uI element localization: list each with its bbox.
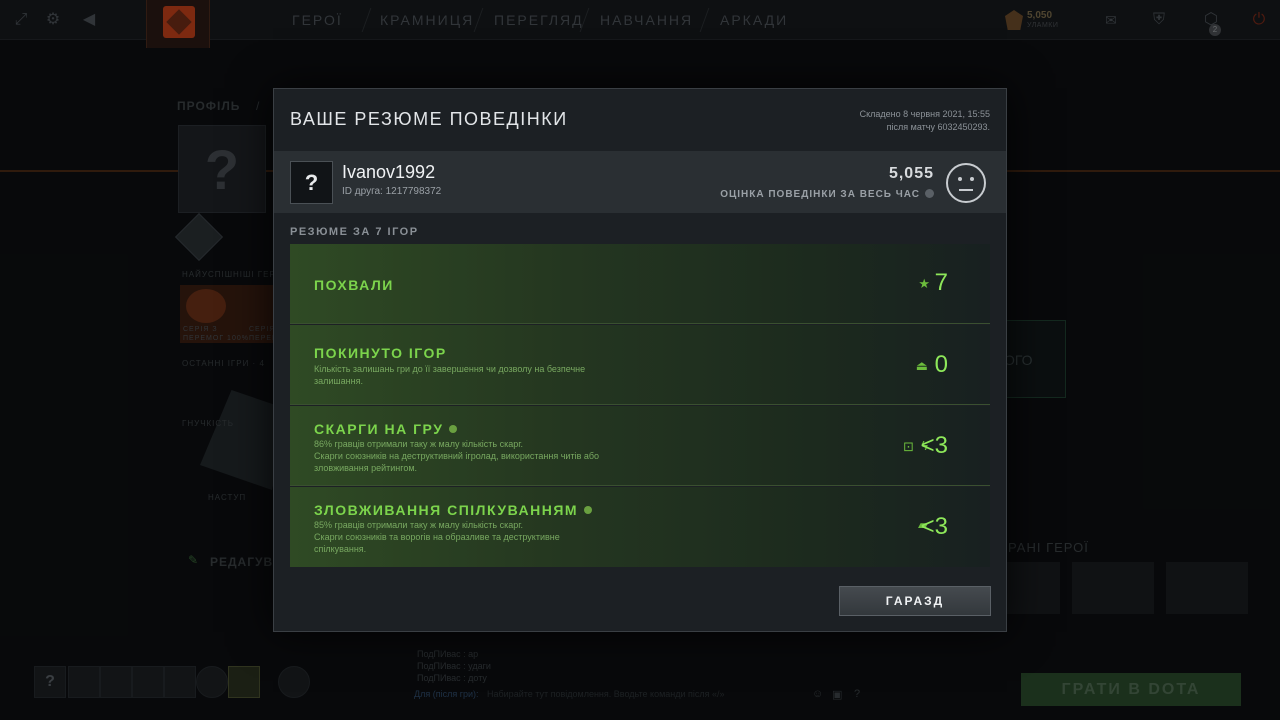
game-reports-desc-line: Скарги союзників на деструктивний ігрола… <box>314 451 600 461</box>
info-icon[interactable] <box>584 506 593 514</box>
info-icon[interactable] <box>925 189 934 198</box>
comms-abuse-desc-line: спілкування. <box>314 544 367 554</box>
ok-button[interactable]: ГАРАЗД <box>839 586 991 616</box>
game-reports-title: СКАРГИ НА ГРУ <box>314 421 458 437</box>
friend-id: ID друга: 1217798372 <box>342 186 442 197</box>
game-reports-title-text: СКАРГИ НА ГРУ <box>314 421 444 437</box>
game-reports-value: <3 <box>920 432 948 459</box>
commends-value: 7 <box>934 269 948 296</box>
comms-abuse-desc-line: 85% гравців отримали таку ж малу кількіс… <box>314 520 523 530</box>
dialog-date-line: Складено 8 червня 2021, 15:55 <box>859 109 990 119</box>
user-avatar: ? <box>290 161 333 204</box>
commends-card: ПОХВАЛИ ★ 7 <box>290 244 990 324</box>
behavior-score-label-text: ОЦІНКА ПОВЕДІНКИ ЗА ВЕСЬ ЧАС <box>720 189 920 200</box>
commends-title: ПОХВАЛИ <box>314 277 394 293</box>
game-reports-description: 86% гравців отримали таку ж малу кількіс… <box>314 438 634 474</box>
behavior-score: 5,055 <box>888 165 934 182</box>
neutral-face-icon <box>946 163 986 203</box>
summary-label: РЕЗЮМЕ ЗА 7 ІГОР <box>290 226 419 238</box>
exit-door-icon: ⏏ <box>915 358 928 373</box>
comms-abuse-title-text: ЗЛОВЖИВАННЯ СПІЛКУВАННЯМ <box>314 502 579 518</box>
abandons-title: ПОКИНУТО ІГОР <box>314 345 447 361</box>
info-icon[interactable] <box>449 425 458 433</box>
game-reports-card: СКАРГИ НА ГРУ 86% гравців отримали таку … <box>290 406 990 486</box>
behavior-score-label: ОЦІНКА ПОВЕДІНКИ ЗА ВЕСЬ ЧАС <box>720 189 934 200</box>
dialog-title: ВАШЕ РЕЗЮМЕ ПОВЕДІНКИ <box>290 109 568 129</box>
dialog-date: Складено 8 червня 2021, 15:55 після матч… <box>860 108 990 134</box>
abandons-value: 0 <box>934 351 948 378</box>
commend-star-icon: ★ <box>918 276 930 291</box>
behavior-summary-dialog: ВАШЕ РЕЗЮМЕ ПОВЕДІНКИ Складено 8 червня … <box>273 88 1007 632</box>
game-reports-desc-line: 86% гравців отримали таку ж малу кількіс… <box>314 439 523 449</box>
comms-abuse-desc-line: Скарги союзників та ворогів на образливе… <box>314 532 560 542</box>
abandons-description: Кількість залишань гри до її завершення … <box>314 363 634 387</box>
comms-abuse-title: ЗЛОВЖИВАННЯ СПІЛКУВАННЯМ <box>314 502 593 518</box>
abandons-card: ПОКИНУТО ІГОР Кількість залишань гри до … <box>290 325 990 405</box>
comms-abuse-description: 85% гравців отримали таку ж малу кількіс… <box>314 519 634 555</box>
dialog-match-line: після матчу 6032450293. <box>886 122 990 132</box>
abandons-desc-line: залишання. <box>314 376 363 386</box>
comms-abuse-card: ЗЛОВЖИВАННЯ СПІЛКУВАННЯМ 85% гравців отр… <box>290 487 990 567</box>
game-reports-desc-line: зловживання рейтингом. <box>314 463 418 473</box>
lock-icon: ⊡ <box>903 439 914 454</box>
user-header: ? Ivanov1992 ID друга: 1217798372 5,055 … <box>274 151 1006 213</box>
abandons-desc-line: Кількість залишань гри до її завершення … <box>314 364 586 374</box>
comms-abuse-value: <3 <box>920 513 948 540</box>
username: Ivanov1992 <box>342 162 436 182</box>
